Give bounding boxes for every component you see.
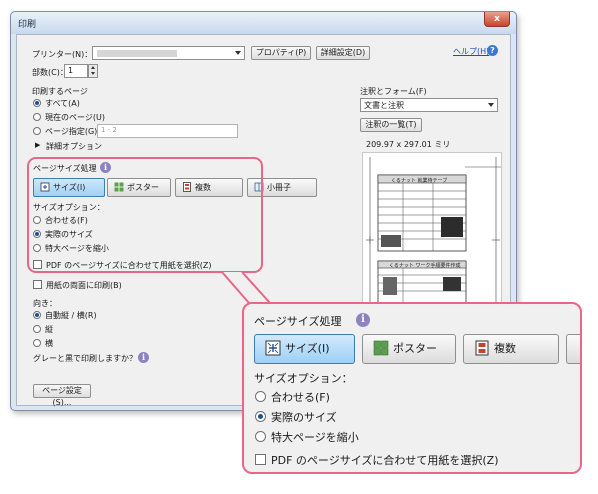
zoom-size-options-heading: サイズオプション： (254, 372, 353, 385)
zoom-poster-button[interactable]: ポスター (362, 334, 456, 364)
zoom-radio-shrink-label: 特大ページを縮小 (271, 431, 359, 444)
zoom-booklet-button-partial[interactable] (566, 334, 580, 364)
zoom-radio-actual-label: 実際のサイズ (271, 411, 337, 424)
size-icon (265, 340, 281, 356)
zoom-choose-paper-label: PDF のページサイズに合わせて用紙を選択(Z) (271, 454, 499, 467)
zoom-radio-fit[interactable] (255, 391, 266, 402)
zoom-radio-shrink[interactable] (255, 431, 266, 442)
zoom-radio-actual-size[interactable] (255, 411, 266, 422)
zoom-size-button[interactable]: サイズ(I) (254, 334, 355, 364)
zoom-choose-paper-checkbox[interactable] (255, 454, 266, 465)
zoom-callout: ページサイズ処理 i サイズ(I) ポスター 複数 サイズオプション： 合わせる… (242, 302, 582, 474)
poster-icon (373, 340, 389, 356)
zoom-page-sizing-heading: ページサイズ処理 (254, 315, 342, 328)
info-icon[interactable]: i (356, 313, 370, 327)
zoom-radio-fit-label: 合わせる(F) (271, 391, 330, 404)
zoom-multiple-button[interactable]: 複数 (463, 334, 559, 364)
multiple-pages-icon (475, 340, 489, 356)
